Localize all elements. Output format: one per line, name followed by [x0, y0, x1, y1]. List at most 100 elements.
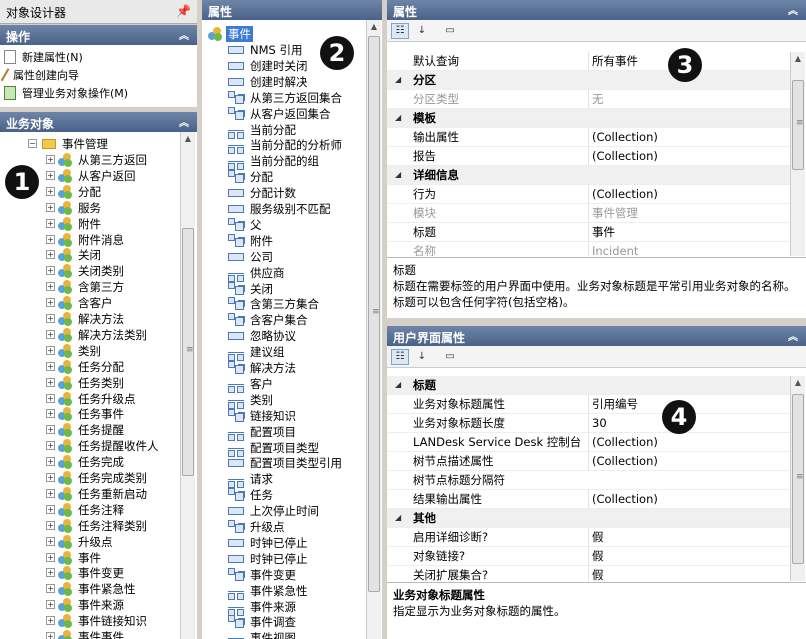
- expand-node-icon[interactable]: +: [46, 552, 55, 562]
- expand-node-icon[interactable]: +: [46, 202, 55, 212]
- property-category[interactable]: ◢ 其他: [387, 509, 790, 528]
- expand-node-icon[interactable]: +: [46, 345, 55, 355]
- expand-node-icon[interactable]: +: [46, 616, 55, 626]
- property-value[interactable]: 事件管理: [588, 204, 638, 222]
- property-row[interactable]: 树节点描述属性 (Collection): [387, 452, 790, 471]
- collapse-icon[interactable]: ︽: [788, 328, 798, 343]
- expand-node-icon[interactable]: +: [46, 234, 55, 244]
- expand-node-icon[interactable]: +: [46, 329, 55, 339]
- business-object-tree[interactable]: − 事件管理 + 从第三方返回 + 从客户返回 + 分配 + 服务 + 附件 + 附件消息 + 关闭 + 关闭…: [0, 132, 180, 639]
- scrollbar-thumb[interactable]: [368, 36, 380, 592]
- property-category[interactable]: ◢ 详细信息: [387, 166, 790, 185]
- expand-node-icon[interactable]: +: [46, 361, 55, 371]
- expand-node-icon[interactable]: +: [46, 186, 55, 196]
- expand-node-icon[interactable]: +: [46, 218, 55, 228]
- attribute-scrollbar[interactable]: ▲: [366, 20, 381, 639]
- property-value[interactable]: 假: [588, 547, 604, 565]
- property-row[interactable]: 默认查询 所有事件: [387, 52, 790, 71]
- property-value[interactable]: (Collection): [588, 128, 658, 146]
- property-row[interactable]: 输出属性 (Collection): [387, 128, 790, 147]
- scrollbar-thumb[interactable]: [792, 394, 804, 564]
- property-value[interactable]: 假: [588, 528, 604, 546]
- property-row[interactable]: 行为 (Collection): [387, 185, 790, 204]
- property-value[interactable]: (Collection): [588, 147, 658, 165]
- property-row[interactable]: 对象链接? 假: [387, 547, 790, 566]
- property-value[interactable]: (Collection): [588, 452, 658, 470]
- collapse-icon[interactable]: ︽: [179, 27, 189, 42]
- property-row[interactable]: 结果输出属性 (Collection): [387, 490, 790, 509]
- expand-node-icon[interactable]: +: [46, 425, 55, 435]
- property-value[interactable]: 事件: [588, 223, 615, 241]
- expand-node-icon[interactable]: +: [46, 441, 55, 451]
- property-row[interactable]: 标题 事件: [387, 223, 790, 242]
- tree-scrollbar[interactable]: ▲: [180, 132, 195, 639]
- collapse-category-icon[interactable]: ◢: [395, 71, 401, 89]
- expand-node-icon[interactable]: +: [46, 632, 55, 639]
- manage-operations-action[interactable]: 管理业务对象操作(M): [0, 84, 197, 102]
- expand-node-icon[interactable]: +: [46, 488, 55, 498]
- expand-node-icon[interactable]: +: [46, 393, 55, 403]
- properties-header[interactable]: 属性 ︽: [387, 0, 806, 20]
- collapse-category-icon[interactable]: ◢: [395, 376, 401, 394]
- new-attribute-action[interactable]: 新建属性(N): [0, 48, 197, 66]
- property-row[interactable]: 业务对象标题长度 30: [387, 414, 790, 433]
- collapse-icon[interactable]: ︽: [179, 114, 189, 129]
- property-row[interactable]: 启用详细诊断? 假: [387, 528, 790, 547]
- attribute-list[interactable]: 事件 NMS 引用 创建时关闭 创建时解决 从第三方返回集合 从客户返回集合 当前分配 当前…: [202, 20, 366, 639]
- collapse-icon[interactable]: ︽: [788, 2, 798, 17]
- property-row[interactable]: LANDesk Service Desk 控制台 标 (Collection): [387, 433, 790, 452]
- property-value[interactable]: (Collection): [588, 433, 658, 451]
- property-row[interactable]: 报告 (Collection): [387, 147, 790, 166]
- expand-node-icon[interactable]: +: [46, 568, 55, 578]
- ui-property-scrollbar[interactable]: ▲: [790, 376, 805, 581]
- sort-alpha-icon[interactable]: ↓: [413, 349, 431, 365]
- property-value[interactable]: (Collection): [588, 490, 658, 508]
- property-value[interactable]: 引用编号: [588, 395, 638, 413]
- expand-node-icon[interactable]: +: [46, 504, 55, 514]
- pin-icon[interactable]: 📌: [176, 4, 191, 18]
- expand-node-icon[interactable]: +: [46, 155, 55, 164]
- expand-node-icon[interactable]: +: [46, 536, 55, 546]
- scrollbar-thumb[interactable]: [182, 228, 194, 476]
- collapse-category-icon[interactable]: ◢: [395, 509, 401, 527]
- scrollbar-thumb[interactable]: [792, 80, 804, 170]
- expand-node-icon[interactable]: +: [46, 314, 55, 323]
- categorized-icon[interactable]: ☷: [391, 349, 409, 365]
- property-category[interactable]: ◢ 模板: [387, 109, 790, 128]
- property-value[interactable]: 30: [588, 414, 607, 432]
- collapse-category-icon[interactable]: ◢: [395, 109, 401, 127]
- property-value[interactable]: Incident: [588, 242, 638, 256]
- operations-header[interactable]: 操作 ︽: [0, 25, 197, 45]
- property-category[interactable]: ◢ 标题: [387, 376, 790, 395]
- ui-properties-header[interactable]: 用户界面属性 ︽: [387, 326, 806, 346]
- expand-node-icon[interactable]: +: [46, 266, 55, 276]
- expand-node-icon[interactable]: +: [46, 298, 55, 308]
- property-row[interactable]: 分区类型 无: [387, 90, 790, 109]
- scroll-up-icon[interactable]: ▲: [367, 20, 381, 34]
- property-pages-icon[interactable]: ▭: [441, 23, 459, 39]
- attribute-wizard-action[interactable]: 属性创建向导: [0, 66, 197, 84]
- scroll-up-icon[interactable]: ▲: [181, 132, 195, 146]
- expand-node-icon[interactable]: +: [46, 409, 55, 419]
- property-row[interactable]: 业务对象标题属性 引用编号: [387, 395, 790, 414]
- expand-node-icon[interactable]: +: [46, 377, 55, 387]
- property-value[interactable]: 假: [588, 566, 604, 581]
- property-row[interactable]: 名称 Incident: [387, 242, 790, 256]
- property-value[interactable]: 无: [588, 90, 604, 108]
- sort-alpha-icon[interactable]: ↓: [413, 23, 431, 39]
- scroll-up-icon[interactable]: ▲: [791, 52, 805, 66]
- expand-node-icon[interactable]: +: [46, 600, 55, 610]
- expand-node-icon[interactable]: +: [46, 282, 55, 292]
- collapse-node-icon[interactable]: −: [28, 139, 37, 148]
- expand-node-icon[interactable]: +: [46, 250, 55, 260]
- expand-node-icon[interactable]: +: [46, 457, 55, 467]
- property-row[interactable]: 模块 事件管理: [387, 204, 790, 223]
- property-row[interactable]: 树节点标题分隔符: [387, 471, 790, 490]
- property-value[interactable]: (Collection): [588, 185, 658, 203]
- property-scrollbar[interactable]: ▲: [790, 52, 805, 256]
- expand-node-icon[interactable]: +: [46, 170, 55, 180]
- categorized-icon[interactable]: ☷: [391, 23, 409, 39]
- property-value[interactable]: 所有事件: [588, 52, 638, 70]
- expand-node-icon[interactable]: +: [46, 584, 55, 594]
- expand-node-icon[interactable]: +: [46, 520, 55, 530]
